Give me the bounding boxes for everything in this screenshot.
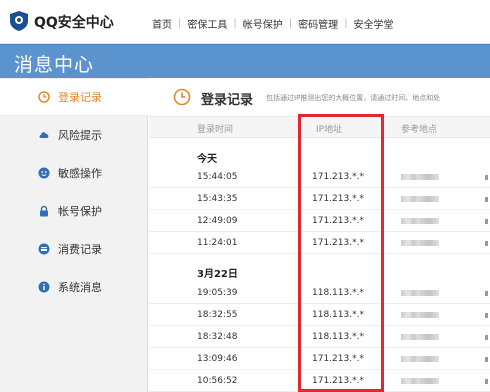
blurred-location [419, 356, 439, 362]
blurred-location [419, 240, 439, 246]
truncated-marker [485, 313, 488, 318]
lock-icon [40, 205, 48, 217]
card-icon [38, 243, 50, 255]
ip-column-highlight-box [298, 114, 384, 392]
blurred-location [419, 378, 439, 384]
nav-home[interactable]: 首页 [146, 16, 178, 31]
sidebar-item-login-records[interactable]: 登录记录 [0, 78, 149, 116]
sidebar-item-label: 登录记录 [58, 91, 102, 104]
truncated-marker [485, 335, 488, 340]
login-time: 15:43:35 [197, 194, 238, 204]
blurred-location [419, 174, 439, 180]
blurred-location [401, 196, 419, 202]
blurred-location [401, 290, 419, 296]
truncated-marker [485, 219, 488, 224]
nav-security-school[interactable]: 安全学堂 [348, 16, 400, 31]
blurred-location [401, 312, 419, 318]
sidebar-item-spending-records[interactable]: 消费记录 [0, 230, 148, 268]
blurred-location [419, 312, 439, 318]
sidebar: 登录记录 风险提示 敏感操作 帐号保护 消费记录 系统消息 [0, 78, 149, 392]
sidebar-item-risk-alerts[interactable]: 风险提示 [0, 116, 148, 154]
info-icon [38, 281, 50, 293]
login-time: 18:32:48 [197, 332, 238, 342]
sidebar-item-label: 敏感操作 [58, 167, 102, 180]
login-time: 18:32:55 [197, 310, 238, 320]
top-bar: QQ安全中心 首页 | 密保工具 | 帐号保护 | 密码管理 | 安全学堂 [0, 0, 490, 44]
sidebar-item-sensitive-operations[interactable]: 敏感操作 [0, 154, 148, 192]
section-title: 登录记录 [201, 93, 254, 108]
nav-security-tools[interactable]: 密保工具 [181, 16, 233, 31]
brand-title[interactable]: QQ安全中心 [34, 12, 114, 32]
truncated-marker [485, 357, 488, 362]
truncated-marker [485, 291, 488, 296]
top-nav: 首页 | 密保工具 | 帐号保护 | 密码管理 | 安全学堂 [146, 16, 400, 31]
clock-icon [38, 91, 50, 103]
page-title: 消息中心 [14, 54, 95, 76]
date-group-label: 今天 [197, 154, 217, 165]
smile-icon [38, 167, 50, 179]
blurred-location [419, 218, 439, 224]
sidebar-item-system-messages[interactable]: 系统消息 [0, 268, 148, 306]
nav-password-management[interactable]: 密码管理 [292, 16, 344, 31]
blurred-location [401, 174, 419, 180]
sidebar-item-label: 风险提示 [58, 129, 102, 142]
column-header-login-time: 登录时间 [197, 125, 234, 135]
nav-account-protection[interactable]: 帐号保护 [237, 16, 289, 31]
blurred-location [419, 334, 439, 340]
clock-icon [173, 88, 191, 106]
blurred-location [401, 356, 419, 362]
cloud-icon [39, 132, 49, 138]
blurred-location [419, 290, 439, 296]
sidebar-item-account-protection[interactable]: 帐号保护 [0, 192, 148, 230]
sidebar-item-label: 消费记录 [58, 243, 102, 256]
section-description: 包括通过IP推测出您的大概位置，请通过时间、地点和处 [266, 94, 441, 102]
blurred-location [419, 196, 439, 202]
truncated-marker [485, 379, 488, 384]
login-time: 10:56:52 [197, 376, 238, 386]
title-banner: 消息中心 [0, 44, 490, 78]
sidebar-item-label: 帐号保护 [58, 205, 102, 218]
sidebar-item-label: 系统消息 [58, 281, 102, 294]
truncated-marker [485, 197, 488, 202]
login-time: 13:09:46 [197, 354, 238, 364]
login-time: 11:24:01 [197, 238, 238, 248]
login-time: 12:49:09 [197, 216, 238, 226]
blurred-location [401, 334, 419, 340]
date-group-label: 3月22日 [197, 269, 238, 280]
login-time: 15:44:05 [197, 172, 238, 182]
qq-shield-logo-icon[interactable] [8, 10, 30, 32]
truncated-marker [485, 241, 488, 246]
blurred-location [401, 378, 419, 384]
login-time: 19:05:39 [197, 288, 238, 298]
column-header-location: 参考地点 [401, 125, 438, 135]
blurred-location [401, 240, 419, 246]
blurred-location [401, 218, 419, 224]
truncated-marker [485, 175, 488, 180]
